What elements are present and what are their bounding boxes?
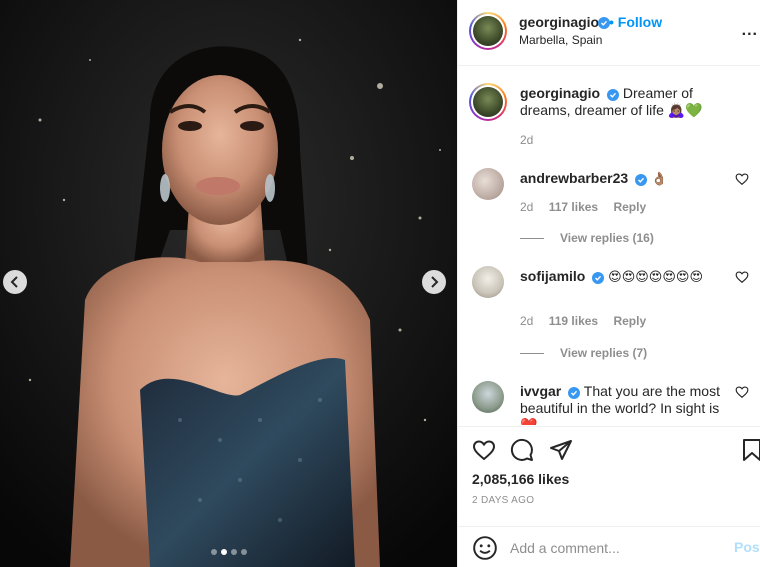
verified-badge-icon — [592, 272, 605, 284]
replies-divider — [520, 352, 544, 354]
author-username[interactable]: georginagio — [519, 14, 599, 30]
comment-body: andrewbarber23 👌🏽 — [520, 170, 730, 187]
paper-plane-icon[interactable] — [549, 438, 573, 462]
comment-avatar[interactable] — [472, 266, 504, 298]
bookmark-icon[interactable] — [740, 438, 760, 462]
carousel-prev-button[interactable] — [3, 270, 27, 294]
comment-text: 👌🏽 — [650, 171, 668, 186]
comment-meta: 2d 117 likes Reply — [520, 200, 658, 214]
comment-text: 😍😍😍😍😍😍😍 — [608, 269, 704, 284]
post-header: georginagio • Follow Marbella, Spain ... — [458, 0, 760, 66]
caption-timestamp[interactable]: 2d — [520, 133, 533, 147]
post-date[interactable]: 2 DAYS AGO — [472, 495, 534, 506]
comment-like-heart-icon[interactable] — [735, 385, 749, 399]
verified-badge-icon — [568, 387, 581, 399]
smiley-icon[interactable] — [472, 535, 498, 561]
view-replies-label: View replies (16) — [560, 231, 654, 245]
comment-username[interactable]: andrewbarber23 — [520, 170, 628, 186]
chevron-left-icon — [10, 276, 18, 288]
carousel-indicator — [0, 549, 457, 555]
caption-avatar[interactable] — [469, 83, 507, 121]
post-panel: georginagio • Follow Marbella, Spain ...… — [457, 0, 760, 567]
post-actions: 2,085,166 likes 2 DAYS AGO Post — [458, 426, 760, 567]
comment-timestamp[interactable]: 2d — [520, 314, 533, 328]
separator-dot: • — [609, 14, 614, 30]
comment-timestamp[interactable]: 2d — [520, 200, 533, 214]
chevron-right-icon — [431, 276, 439, 288]
follow-label: Follow — [617, 14, 663, 30]
post-location[interactable]: Marbella, Spain — [519, 33, 602, 47]
comment-like-heart-icon[interactable] — [735, 172, 749, 186]
carousel-dot-active — [220, 549, 227, 555]
comment-likes[interactable]: 117 likes — [549, 200, 598, 214]
comment-input[interactable] — [510, 535, 725, 561]
comment-bubble-icon[interactable] — [510, 438, 534, 462]
add-comment-bar: Post — [458, 526, 760, 567]
comment-username[interactable]: sofijamilo — [520, 268, 585, 284]
likes-count[interactable]: 2,085,166 likes — [472, 471, 569, 487]
view-replies-button[interactable]: View replies (7) — [520, 346, 647, 360]
more-options-button[interactable]: ... — [742, 22, 758, 40]
comment-like-heart-icon[interactable] — [735, 270, 749, 284]
caption-username[interactable]: georginagio — [520, 85, 600, 101]
comment-likes[interactable]: 119 likes — [549, 314, 598, 328]
comment-username[interactable]: ivvgar — [520, 383, 561, 399]
caption-text-block: georginagio Dreamer of dreams, dreamer o… — [520, 85, 745, 119]
verified-badge-icon — [635, 174, 648, 186]
reply-button[interactable]: Reply — [613, 314, 646, 328]
comment-avatar[interactable] — [472, 168, 504, 200]
carousel-dot — [210, 549, 217, 555]
carousel-dot — [230, 549, 237, 555]
carousel-dot — [240, 549, 247, 555]
comment-body: sofijamilo 😍😍😍😍😍😍😍 — [520, 268, 730, 285]
follow-button[interactable]: • Follow — [609, 14, 662, 30]
comment-body: ivvgar That you are the most beautiful i… — [520, 383, 730, 425]
view-replies-label: View replies (7) — [560, 346, 648, 360]
comments-list[interactable]: georginagio Dreamer of dreams, dreamer o… — [458, 67, 760, 425]
comment-avatar[interactable] — [472, 381, 504, 413]
post-media[interactable] — [0, 0, 457, 567]
reply-button[interactable]: Reply — [613, 200, 646, 214]
replies-divider — [520, 237, 544, 239]
view-replies-button[interactable]: View replies (16) — [520, 231, 654, 245]
post-comment-button[interactable]: Post — [734, 539, 760, 555]
verified-badge-icon — [607, 89, 620, 101]
comment-meta: 2d 119 likes Reply — [520, 314, 658, 328]
carousel-next-button[interactable] — [422, 270, 446, 294]
author-avatar[interactable] — [469, 12, 507, 50]
heart-outline-icon[interactable] — [472, 438, 496, 462]
post-photo — [0, 0, 457, 567]
